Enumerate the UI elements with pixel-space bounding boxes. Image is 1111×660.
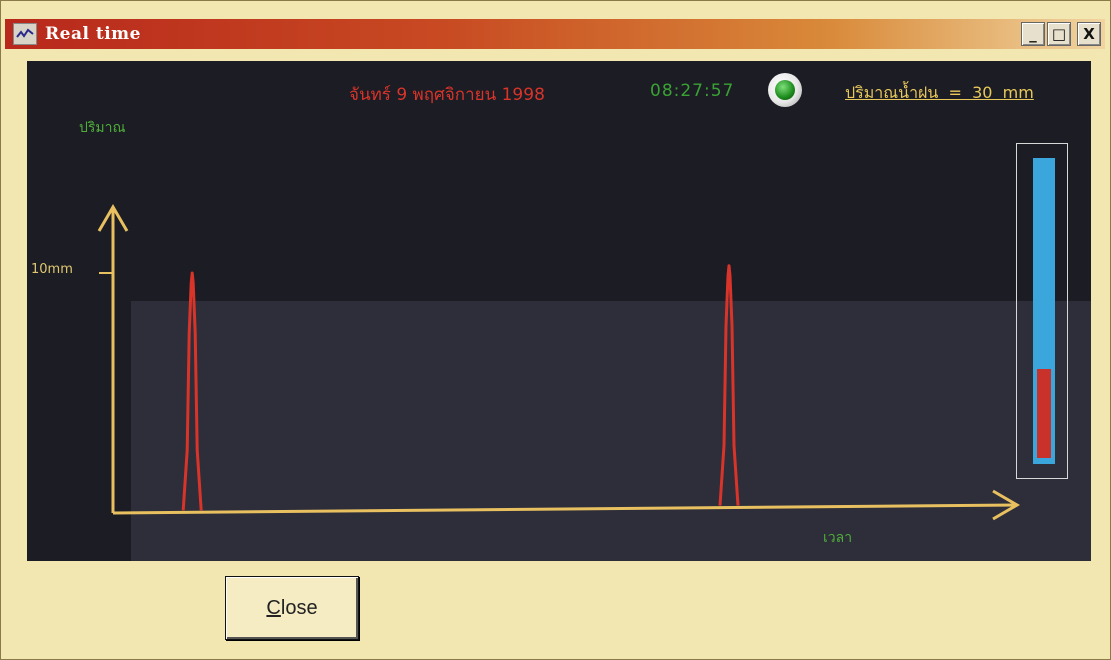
gauge-fill — [1037, 369, 1051, 458]
window-title: Real time — [45, 24, 141, 44]
close-button[interactable]: Close — [225, 576, 359, 640]
chart-axes — [97, 204, 1020, 521]
realtime-window: Real time _ □ X จันทร์ 9 พฤศจิกายน 1998 … — [0, 0, 1111, 660]
close-label: lose — [280, 596, 318, 619]
chart-app-icon — [13, 23, 37, 45]
x-axis-line — [112, 503, 1018, 515]
rain-spike-1 — [181, 271, 203, 511]
chart-series — [181, 264, 740, 511]
rain-spike-2 — [718, 264, 740, 506]
close-window-button[interactable]: X — [1077, 22, 1101, 46]
level-gauge — [1016, 143, 1068, 479]
minimize-button[interactable]: _ — [1021, 22, 1045, 46]
rainfall-chart — [97, 204, 1020, 521]
title-bar[interactable]: Real time _ □ X — [5, 19, 1105, 49]
maximize-button[interactable]: □ — [1047, 22, 1071, 46]
realtime-display-panel: จันทร์ 9 พฤศจิกายน 1998 08:27:57 ปริมาณน… — [27, 61, 1091, 561]
gauge-tube — [1033, 158, 1055, 464]
close-accelerator: C — [266, 596, 281, 619]
